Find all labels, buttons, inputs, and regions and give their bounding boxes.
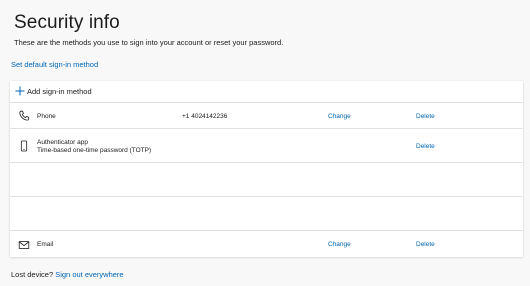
method-value: +1 4024142236 <box>182 113 228 120</box>
method-name: Email <box>37 241 54 248</box>
method-row-email: Email Change Delete <box>10 231 523 257</box>
empty-method-row <box>10 197 523 231</box>
lost-device-line: Lost device? Sign out everywhere <box>11 270 124 279</box>
method-name: Phone <box>37 113 56 120</box>
sign-out-everywhere-link[interactable]: Sign out everywhere <box>55 270 123 279</box>
method-row-phone: Phone +1 4024142236 Change Delete <box>10 103 523 129</box>
delete-email-link[interactable]: Delete <box>416 241 435 248</box>
method-description: Time-based one-time password (TOTP) <box>37 147 152 154</box>
method-row-authenticator: Authenticator app Time-based one-time pa… <box>10 129 523 163</box>
lost-device-label: Lost device? <box>11 270 54 279</box>
change-email-link[interactable]: Change <box>328 241 351 248</box>
sign-in-methods-card: Add sign-in method Phone +1 4024142236 C… <box>10 81 523 257</box>
page-title: Security info <box>14 12 120 33</box>
plus-icon <box>14 84 26 96</box>
add-sign-in-method-button[interactable]: Add sign-in method <box>10 81 523 103</box>
mail-icon <box>18 238 30 250</box>
add-sign-in-method-label: Add sign-in method <box>27 87 92 96</box>
mobile-device-icon <box>18 139 30 152</box>
empty-method-row <box>10 163 523 197</box>
change-phone-link[interactable]: Change <box>328 113 351 120</box>
page-subtitle: These are the methods you use to sign in… <box>14 38 284 47</box>
phone-icon <box>18 109 30 121</box>
delete-authenticator-link[interactable]: Delete <box>416 143 435 150</box>
method-name: Authenticator app <box>37 139 88 146</box>
set-default-sign-in-method-link[interactable]: Set default sign-in method <box>11 60 98 69</box>
delete-phone-link[interactable]: Delete <box>416 113 435 120</box>
